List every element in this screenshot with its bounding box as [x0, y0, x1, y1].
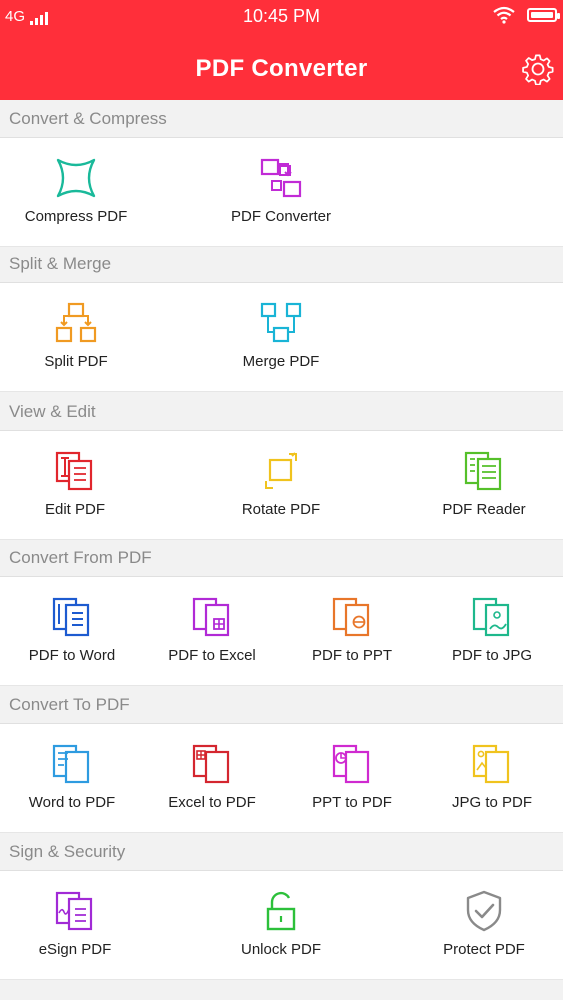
ppt-to-pdf-icon — [332, 744, 370, 784]
tile-label: Split PDF — [44, 353, 108, 370]
tile-esign-pdf[interactable]: eSign PDF — [0, 871, 170, 979]
rotate-icon — [265, 452, 297, 489]
tile-label: PDF to PPT — [311, 647, 393, 664]
tile-pdf-to-word[interactable]: PDF to Word — [4, 577, 140, 685]
word-to-pdf-icon — [52, 744, 90, 784]
section-header: Split & Merge — [0, 245, 563, 283]
status-bar: 4G 10:45 PM — [0, 0, 563, 34]
jpg-to-pdf-icon — [472, 744, 510, 784]
section-tiles: PDF to Word PDF to Excel PDF to PPT PDF to … — [0, 577, 563, 686]
tile-label: eSign PDF — [38, 941, 112, 958]
esign-icon — [55, 891, 93, 931]
page-title: PDF Converter — [195, 55, 368, 82]
section-header: Convert & Compress — [0, 100, 563, 138]
tile-protect-pdf[interactable]: Protect PDF — [389, 871, 563, 979]
tile-pdf-to-jpg[interactable]: PDF to JPG — [424, 577, 560, 685]
section-tiles: eSign PDF Unlock PDF Protect PDF — [0, 871, 563, 980]
section-header: Convert From PDF — [0, 539, 563, 577]
tile-label: PDF to Word — [28, 647, 116, 664]
tile-split-pdf[interactable]: Split PDF — [0, 283, 171, 391]
tile-label: Excel to PDF — [168, 794, 256, 811]
split-icon — [55, 302, 97, 343]
gear-icon[interactable] — [522, 53, 554, 85]
section-header: Convert To PDF — [0, 686, 563, 724]
tile-pdf-to-ppt[interactable]: PDF to PPT — [284, 577, 420, 685]
status-time: 10:45 PM — [242, 6, 321, 26]
section-tiles: Word to PDF Excel to PDF PPT to PDF JPG to … — [0, 724, 563, 833]
shield-icon — [466, 890, 502, 932]
tile-word-to-pdf[interactable]: Word to PDF — [4, 724, 140, 832]
app-header: 4G 10:45 PM PDF Converter — [0, 0, 563, 100]
tile-edit-pdf[interactable]: Edit PDF — [0, 431, 170, 539]
tile-pdf-reader[interactable]: PDF Reader — [389, 431, 563, 539]
tile-label: Rotate PDF — [241, 501, 321, 518]
section-header: Sign & Security — [0, 833, 563, 871]
tile-ppt-to-pdf[interactable]: PPT to PDF — [284, 724, 420, 832]
merge-icon — [260, 302, 302, 343]
word-icon — [52, 597, 90, 637]
excel-to-pdf-icon — [192, 744, 230, 784]
tile-label: Compress PDF — [24, 208, 128, 225]
convert-icon — [260, 158, 302, 198]
section-tiles: Split PDF Merge PDF — [0, 283, 563, 392]
section-header: View & Edit — [0, 393, 563, 431]
tile-label: Protect PDF — [443, 941, 525, 958]
tile-rotate-pdf[interactable]: Rotate PDF — [186, 431, 376, 539]
tile-pdf-converter[interactable]: PDF Converter — [186, 138, 376, 246]
tile-label: PDF Reader — [442, 501, 526, 518]
tile-excel-to-pdf[interactable]: Excel to PDF — [144, 724, 280, 832]
ppt-icon — [332, 597, 370, 637]
section-tiles: Edit PDF Rotate PDF PDF Reader — [0, 431, 563, 540]
wifi-icon — [493, 6, 515, 24]
section-tiles: Compress PDF PDF Converter — [0, 138, 563, 247]
tile-label: PDF to Excel — [168, 647, 256, 664]
unlock-icon — [266, 891, 296, 931]
compress-icon — [56, 158, 96, 198]
tile-label: Word to PDF — [28, 794, 116, 811]
edit-icon — [55, 451, 93, 491]
excel-icon — [192, 597, 230, 637]
tile-unlock-pdf[interactable]: Unlock PDF — [186, 871, 376, 979]
reader-icon — [464, 451, 502, 491]
tile-merge-pdf[interactable]: Merge PDF — [186, 283, 376, 391]
tile-label: PDF Converter — [230, 208, 332, 225]
tile-jpg-to-pdf[interactable]: JPG to PDF — [424, 724, 560, 832]
tile-label: Unlock PDF — [240, 941, 322, 958]
tile-pdf-to-excel[interactable]: PDF to Excel — [144, 577, 280, 685]
tile-label: PDF to JPG — [451, 647, 533, 664]
tile-compress-pdf[interactable]: Compress PDF — [0, 138, 171, 246]
tile-label: PPT to PDF — [312, 794, 392, 811]
jpg-icon — [472, 597, 510, 637]
tile-label: Merge PDF — [242, 353, 320, 370]
tile-label: JPG to PDF — [451, 794, 533, 811]
tile-label: Edit PDF — [44, 501, 105, 518]
battery-icon — [527, 8, 560, 22]
